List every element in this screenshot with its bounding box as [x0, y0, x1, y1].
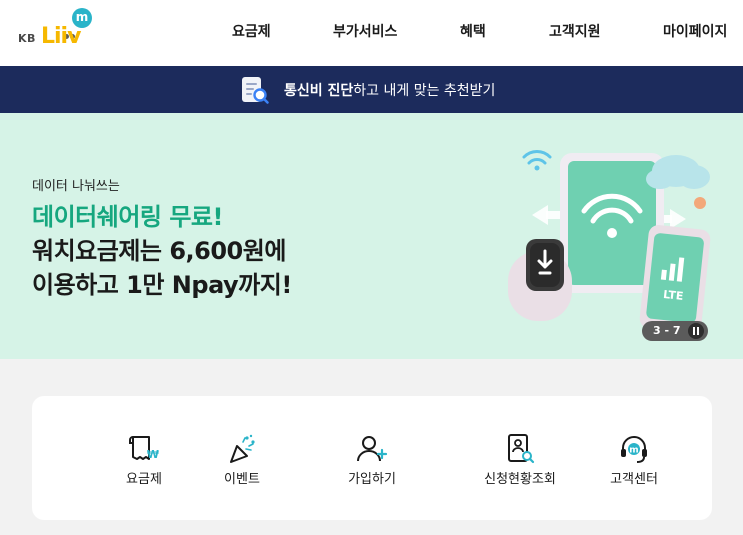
quick-item-events[interactable]: 이벤트: [174, 396, 310, 520]
document-search-icon: [508, 434, 535, 464]
quick-label-events: 이벤트: [224, 472, 260, 487]
promo-text-bold: 통신비 진단: [284, 83, 354, 99]
nav-item-plans[interactable]: 요금제: [232, 21, 271, 41]
user-plus-icon: [357, 436, 388, 462]
nav-item-support[interactable]: 고객지원: [549, 21, 601, 41]
header: KB Liiv m 요금제 부가서비스 혜택 고객지원 마이페이지: [0, 0, 743, 66]
promo-text-rest: 하고 내게 맞는 추천받기: [353, 83, 496, 99]
svg-text:₩: ₩: [147, 448, 159, 461]
promo-bar[interactable]: 통신비 진단하고 내게 맞는 추천받기: [0, 66, 743, 113]
document-search-icon: [242, 77, 269, 104]
nav-item-addon-services[interactable]: 부가서비스: [333, 21, 397, 41]
hero-kicker: 데이터 나눠쓰는: [32, 179, 120, 194]
quick-item-join[interactable]: 가입하기: [304, 396, 440, 520]
main-nav: 요금제 부가서비스 혜택 고객지원 마이페이지: [0, 21, 743, 41]
quick-label-customer-center: 고객센터: [610, 472, 658, 487]
nav-item-mypage[interactable]: 마이페이지: [663, 21, 727, 41]
hero-line-3: 이용하고 1만 Npay까지!: [32, 271, 292, 299]
small-wifi-icon: [522, 150, 552, 165]
promo-text: 통신비 진단하고 내게 맞는 추천받기: [284, 80, 495, 100]
svg-text:m: m: [629, 446, 638, 456]
quick-item-customer-center[interactable]: m 고객센터: [566, 396, 702, 520]
party-popper-icon: [230, 434, 255, 463]
quick-menu: ₩ 요금제 이벤트 가입하기 신청현황조회 m 고객센터: [32, 396, 712, 520]
hero-title: 데이터쉐어링 무료!: [32, 203, 223, 231]
lte-label: LTE: [663, 288, 684, 303]
hero-line-2: 워치요금제는 6,600원에: [32, 237, 286, 265]
pager-count: 3 - 7: [653, 324, 681, 337]
carousel-pager: 3 - 7: [642, 321, 708, 341]
hero-devices-illustration: LTE: [508, 150, 711, 333]
hero-banner[interactable]: 데이터 나눠쓰는 데이터쉐어링 무료! 워치요금제는 6,600원에 이용하고 …: [0, 113, 743, 359]
page: KB Liiv m 요금제 부가서비스 혜택 고객지원 마이페이지 통신비 진단…: [0, 0, 743, 535]
pause-icon[interactable]: [688, 323, 704, 339]
headset-icon: m: [621, 436, 647, 463]
nav-item-benefits[interactable]: 혜택: [460, 21, 486, 41]
quick-label-join: 가입하기: [348, 472, 396, 487]
receipt-won-icon: ₩: [129, 436, 159, 461]
